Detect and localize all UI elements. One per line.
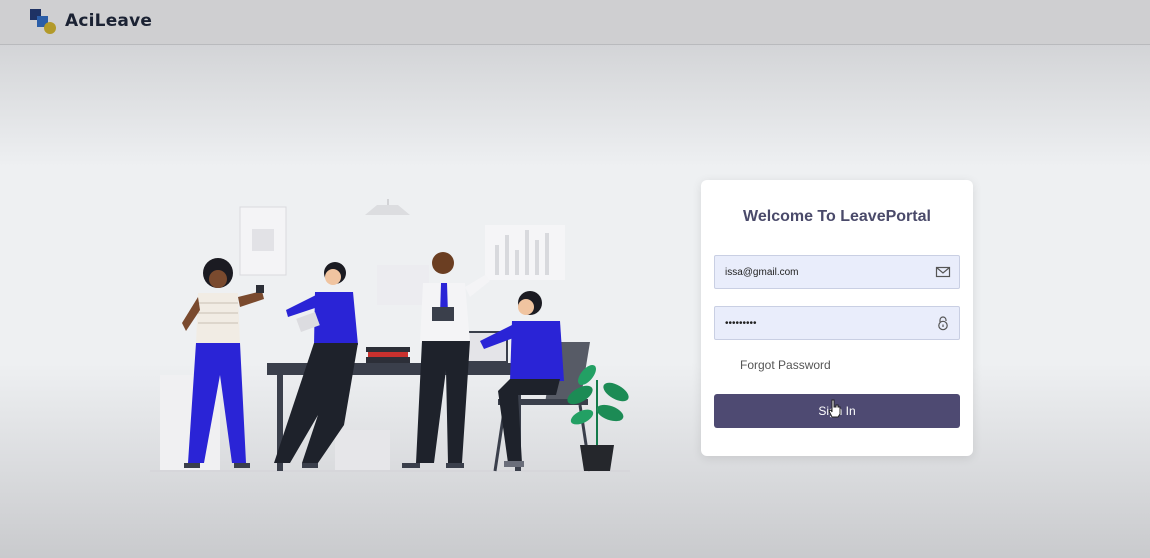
hand-pointer-cursor-icon bbox=[828, 399, 841, 418]
lock-icon bbox=[938, 316, 948, 331]
password-input[interactable] bbox=[725, 307, 925, 339]
email-field[interactable] bbox=[714, 255, 960, 289]
email-input[interactable] bbox=[725, 256, 925, 288]
envelope-icon bbox=[935, 266, 951, 278]
password-field[interactable] bbox=[714, 306, 960, 340]
top-bar: AciLeave bbox=[0, 0, 1150, 45]
login-title: Welcome To LeavePortal bbox=[743, 208, 931, 225]
brand-name: AciLeave bbox=[65, 11, 153, 31]
acileave-logo-icon bbox=[30, 9, 56, 34]
forgot-password-link[interactable]: Forgot Password bbox=[740, 358, 831, 372]
office-team-illustration bbox=[150, 199, 630, 472]
